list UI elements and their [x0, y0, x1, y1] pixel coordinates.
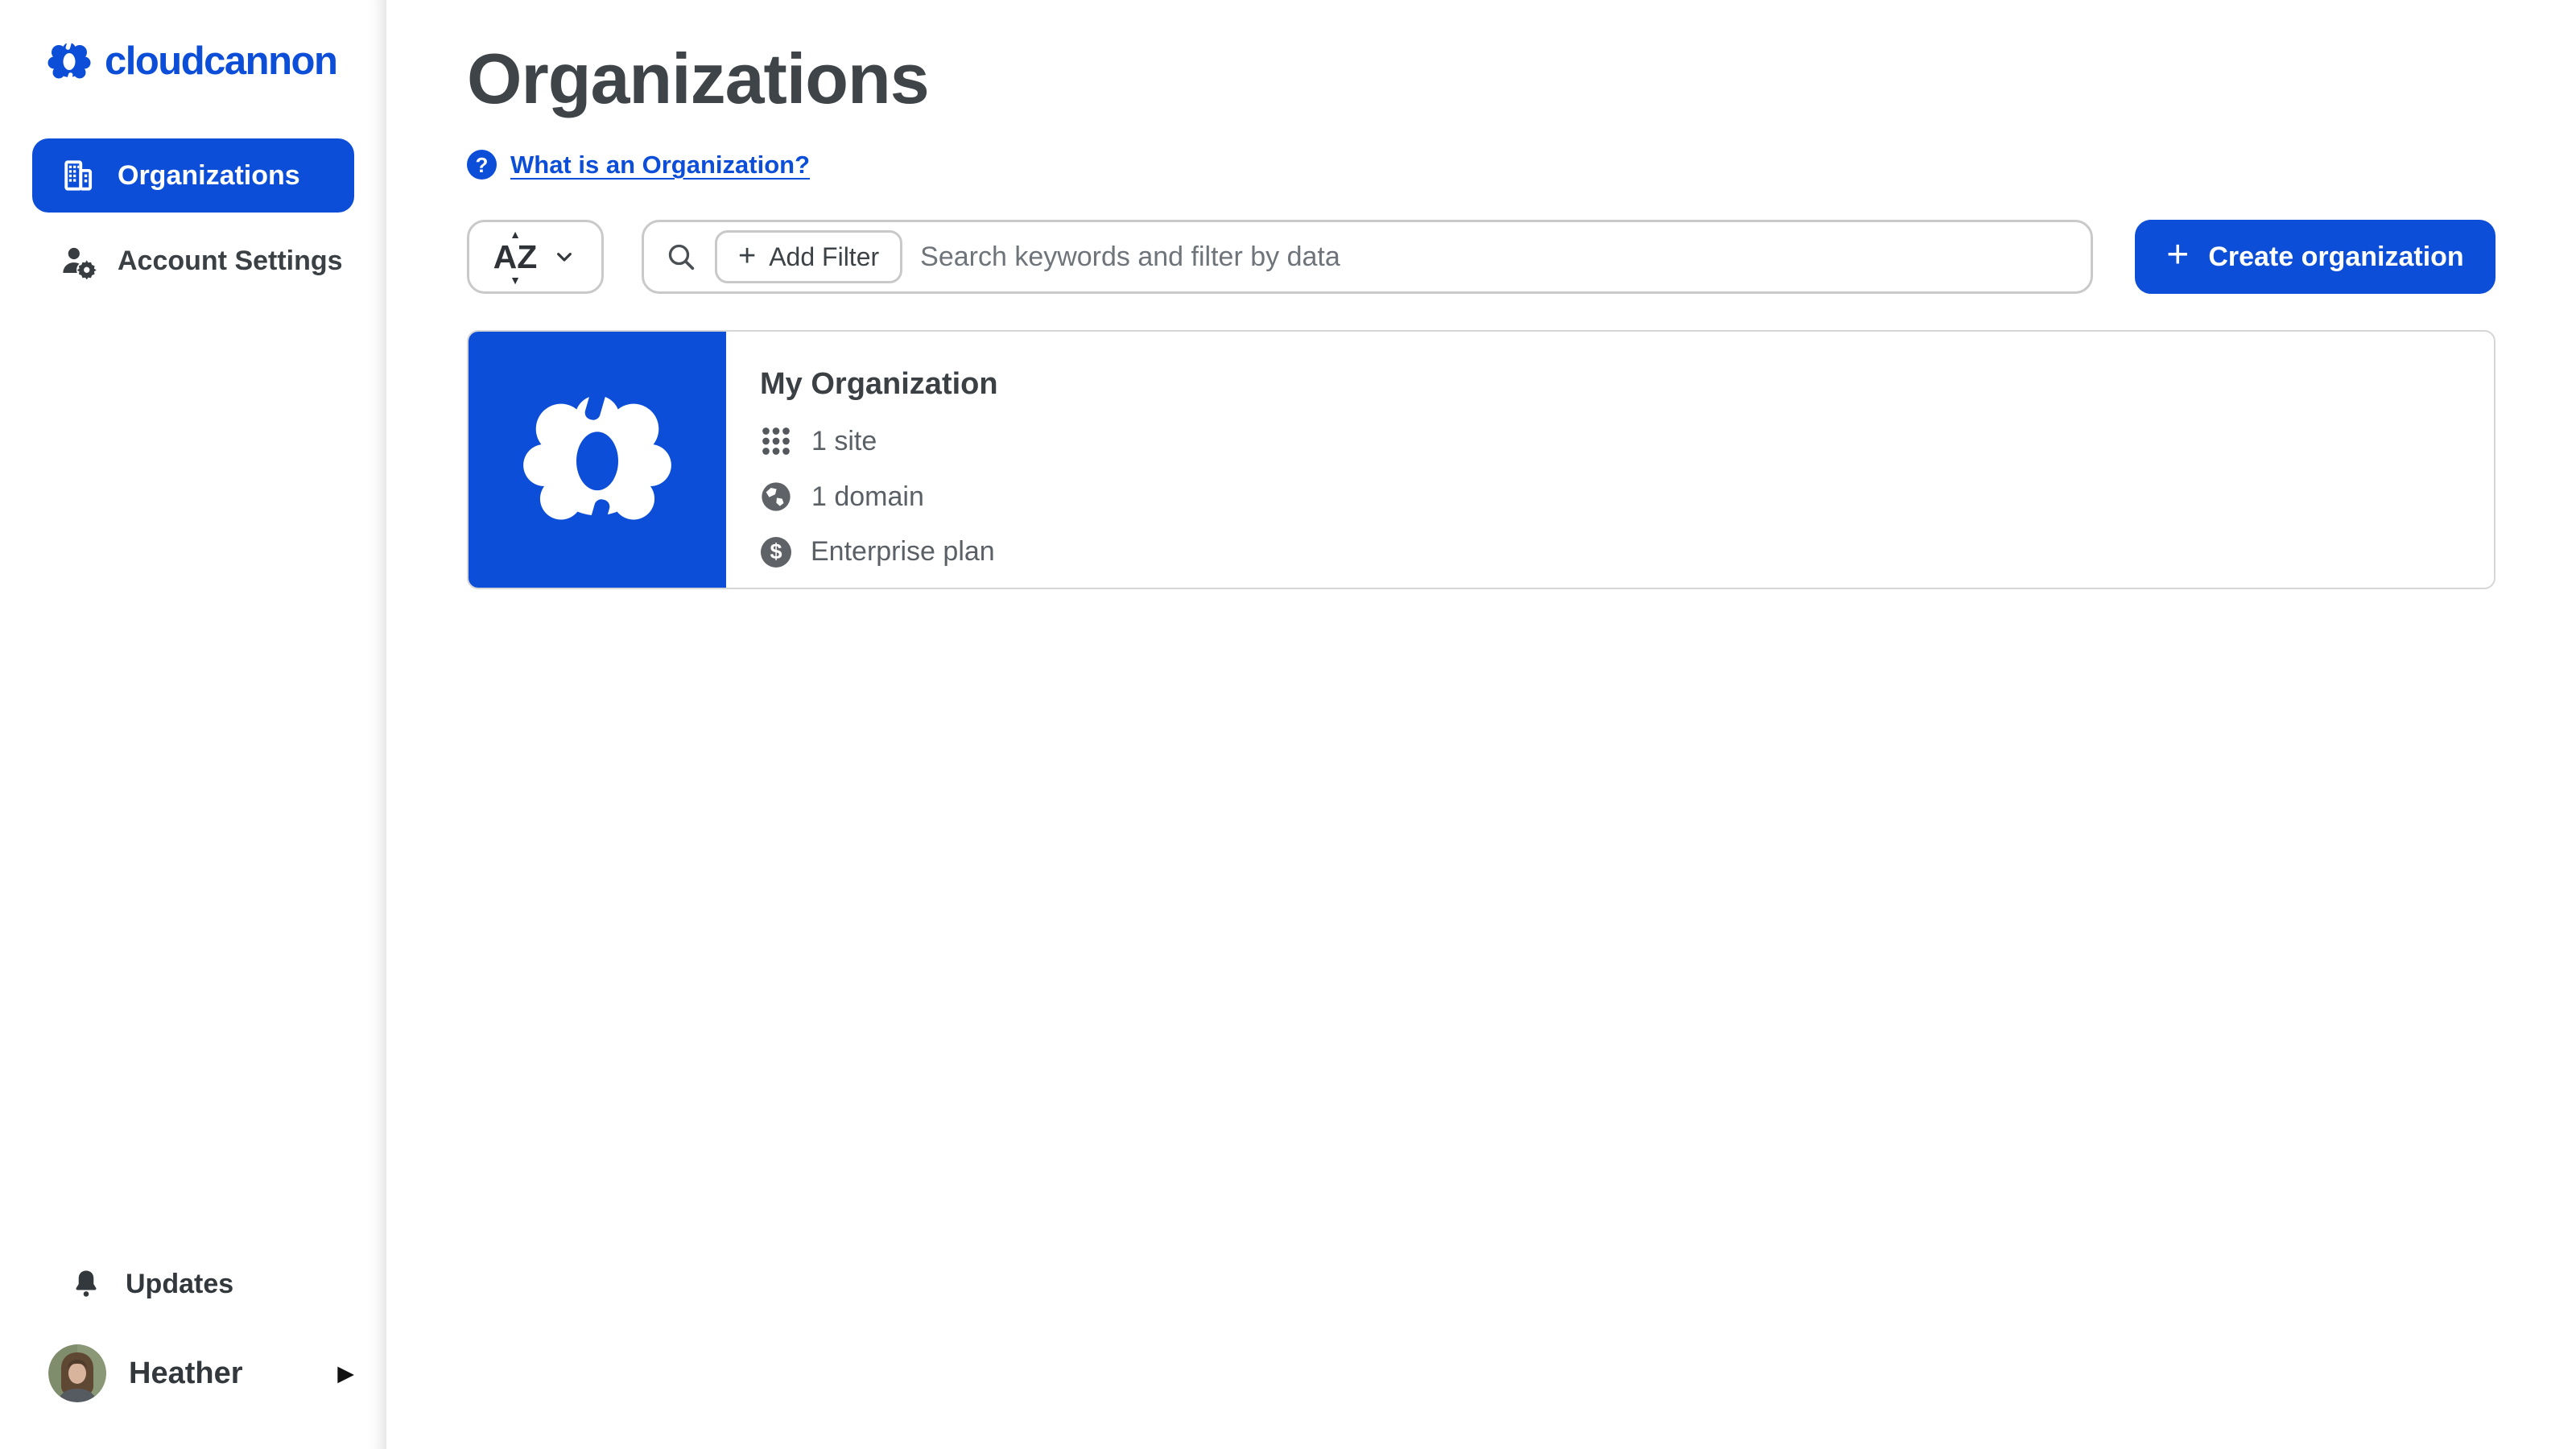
- plus-icon: +: [738, 241, 756, 271]
- brand-name: cloudcannon: [105, 39, 336, 84]
- cloudcannon-logo-icon: [45, 37, 93, 85]
- search-icon: [665, 241, 697, 273]
- sort-button[interactable]: AZ ▲ ▼: [467, 220, 604, 294]
- dollar-icon: $: [761, 537, 791, 568]
- sidebar-item-label: Organizations: [118, 160, 300, 192]
- manage-accounts-icon: [60, 242, 97, 279]
- organization-sites-row: 1 site: [760, 425, 998, 457]
- question-icon: ?: [467, 150, 497, 180]
- chevron-right-icon: ▶: [337, 1361, 354, 1386]
- chevron-down-icon: [551, 244, 577, 270]
- sort-desc-icon: ▼: [510, 275, 521, 286]
- brand-logo[interactable]: cloudcannon: [0, 0, 386, 85]
- organization-name: My Organization: [760, 367, 998, 402]
- search-input[interactable]: [920, 242, 2070, 273]
- sort-asc-icon: ▲: [510, 229, 521, 240]
- organization-card[interactable]: My Organization 1 site 1 domain: [467, 330, 2496, 589]
- sidebar-nav: Organizations Account Settings: [32, 138, 354, 298]
- sidebar-item-label: Account Settings: [118, 246, 343, 277]
- bell-icon: [69, 1267, 103, 1301]
- buildings-icon: [60, 157, 97, 194]
- globe-icon: [760, 481, 792, 513]
- user-menu[interactable]: Heather ▶: [32, 1344, 357, 1402]
- add-filter-button[interactable]: + Add Filter: [715, 230, 902, 283]
- what-is-organization-link[interactable]: What is an Organization?: [510, 151, 810, 180]
- updates-button[interactable]: Updates: [32, 1267, 357, 1301]
- create-organization-label: Create organization: [2208, 242, 2463, 273]
- help-row: ? What is an Organization?: [467, 150, 2496, 180]
- organization-plan-row: $ Enterprise plan: [760, 536, 998, 568]
- organization-domains-row: 1 domain: [760, 481, 998, 513]
- page-title: Organizations: [467, 42, 2496, 116]
- search-box: + Add Filter: [642, 220, 2093, 294]
- domains-count: 1 domain: [811, 481, 924, 513]
- cloudcannon-mark-icon: [514, 376, 681, 543]
- plus-icon: +: [2166, 236, 2189, 275]
- avatar: [48, 1344, 106, 1402]
- add-filter-label: Add Filter: [769, 242, 879, 272]
- sidebar: cloudcannon Organizations: [0, 0, 386, 1449]
- sites-count: 1 site: [811, 426, 877, 457]
- sidebar-item-account-settings[interactable]: Account Settings: [32, 224, 354, 298]
- plan-name: Enterprise plan: [811, 536, 995, 568]
- organization-tile: [469, 332, 726, 588]
- sidebar-item-organizations[interactable]: Organizations: [32, 138, 354, 213]
- main-content: Organizations ? What is an Organization?…: [386, 0, 2576, 1449]
- sidebar-footer: Updates Heather ▶: [32, 1267, 357, 1402]
- organization-info: My Organization 1 site 1 domain: [726, 332, 998, 588]
- sort-az-icon: AZ ▲ ▼: [493, 241, 538, 274]
- sites-grid-icon: [760, 425, 792, 457]
- updates-label: Updates: [126, 1269, 233, 1300]
- create-organization-button[interactable]: + Create organization: [2135, 220, 2496, 294]
- user-name: Heather: [129, 1356, 243, 1391]
- toolbar: AZ ▲ ▼ + Add Filter + Create organizatio…: [467, 220, 2496, 294]
